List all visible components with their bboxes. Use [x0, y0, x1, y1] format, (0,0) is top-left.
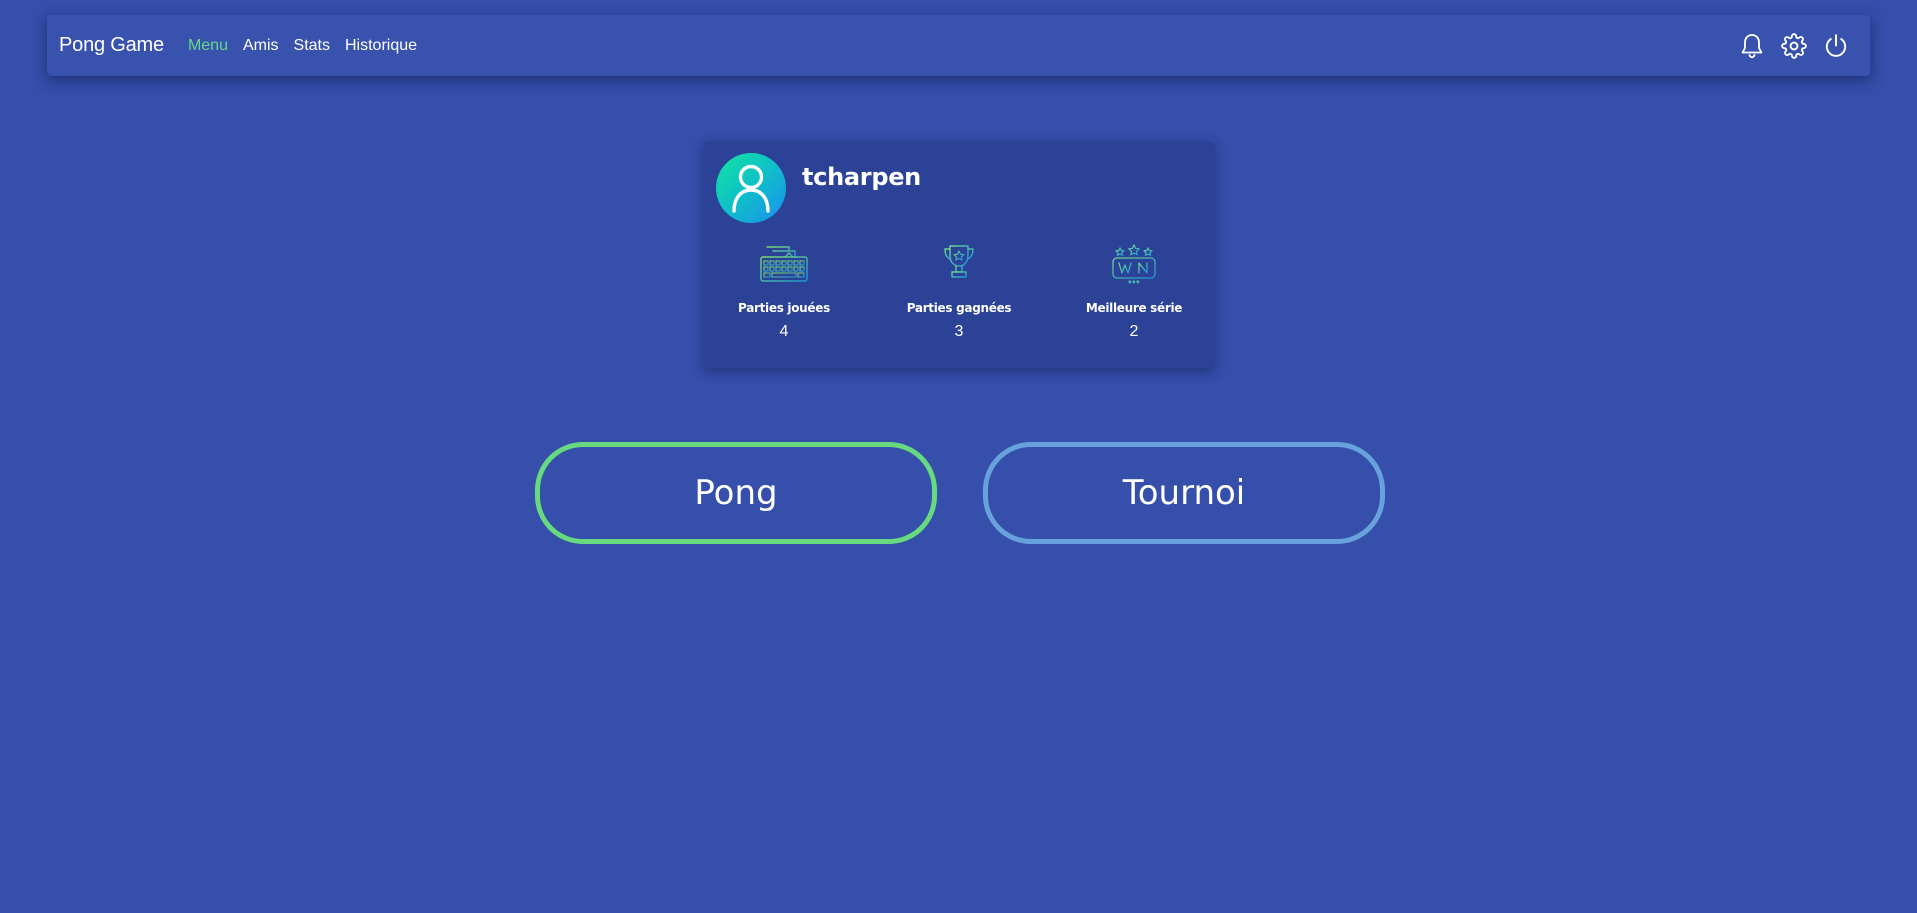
stat-value: 2 [1129, 323, 1139, 340]
nav-links: Menu Amis Stats Historique [188, 37, 432, 55]
stat-games-won: Parties gagnées 3 [889, 241, 1029, 341]
gear-icon[interactable] [1780, 32, 1808, 60]
profile-card: tcharpen Parties jouées 4 Parties gagnée… [704, 141, 1214, 368]
stat-games-played: Parties jouées 4 [714, 241, 854, 341]
nav-link-stats[interactable]: Stats [294, 37, 330, 55]
pong-button[interactable]: Pong [535, 442, 937, 544]
win-stars-icon [1064, 241, 1204, 287]
trophy-icon [889, 241, 1029, 287]
keyboard-icon [714, 241, 854, 287]
stat-label: Meilleure série [1085, 301, 1183, 315]
username: tcharpen [802, 163, 921, 191]
stat-best-streak: Meilleure série 2 [1064, 241, 1204, 341]
avatar [716, 153, 786, 223]
user-icon [721, 156, 781, 221]
brand-title[interactable]: Pong Game [59, 34, 164, 57]
stat-value: 4 [779, 323, 789, 340]
tournoi-button[interactable]: Tournoi [983, 442, 1385, 544]
stat-value: 3 [954, 323, 964, 340]
power-icon[interactable] [1822, 32, 1850, 60]
nav-link-menu[interactable]: Menu [188, 37, 228, 55]
nav-link-historique[interactable]: Historique [345, 37, 417, 55]
stat-label: Parties gagnées [906, 301, 1012, 315]
top-navbar: Pong Game Menu Amis Stats Historique [47, 15, 1870, 76]
stat-label: Parties jouées [738, 301, 830, 315]
nav-icons [1724, 15, 1850, 76]
nav-link-amis[interactable]: Amis [243, 37, 279, 55]
bell-icon[interactable] [1738, 32, 1766, 60]
